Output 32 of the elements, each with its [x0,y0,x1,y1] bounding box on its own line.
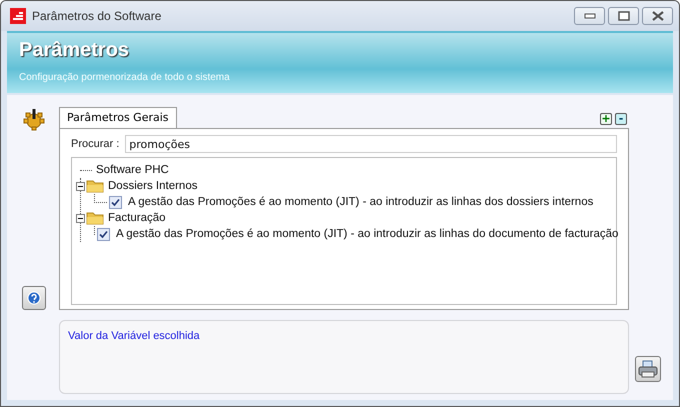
tree-item[interactable]: A gestão das Promoções é ao momento (JIT) - ao introduzir as linhas dos dossiers internos [128,196,594,208]
tree-item[interactable]: Dossiers Internos [108,180,198,192]
search-label: Procurar : [71,138,120,150]
tree-item[interactable]: Software PHC [96,164,169,176]
printer-icon [638,360,658,378]
tree-item[interactable]: A gestão das Promoções é ao momento (JIT) - ao introduzir as linhas do documento de facturação [116,228,618,240]
maximize-button[interactable] [608,7,639,25]
page-subtitle: Configuração pormenorizada de todo o sistema [19,72,231,83]
expand-all-button[interactable]: + [600,113,612,125]
collapse-icon[interactable] [76,182,85,190]
help-button[interactable] [22,286,46,310]
minimize-icon [584,13,596,19]
close-button[interactable] [642,7,673,25]
folder-icon [86,211,104,225]
maximize-icon [618,11,630,21]
tab[interactable]: Parâmetros Gerais [59,107,177,128]
search-field[interactable]: promoções [125,135,617,153]
close-icon [652,11,664,21]
tree-item[interactable]: Facturação [108,212,166,224]
value-label: Valor da Variável escolhida [68,330,200,342]
folder-icon [86,179,104,193]
gear-icon [22,107,46,131]
checkbox[interactable] [97,228,110,240]
page-title: Parâmetros [19,39,130,62]
window-title: Parâmetros do Software [32,9,162,23]
minimize-button[interactable] [574,7,605,25]
collapse-icon[interactable] [76,214,85,222]
collapse-all-button[interactable]: - [615,113,627,125]
help-icon [27,291,41,305]
app-logo-icon [10,8,26,24]
checkbox[interactable] [109,196,122,208]
print-button[interactable] [635,356,661,382]
